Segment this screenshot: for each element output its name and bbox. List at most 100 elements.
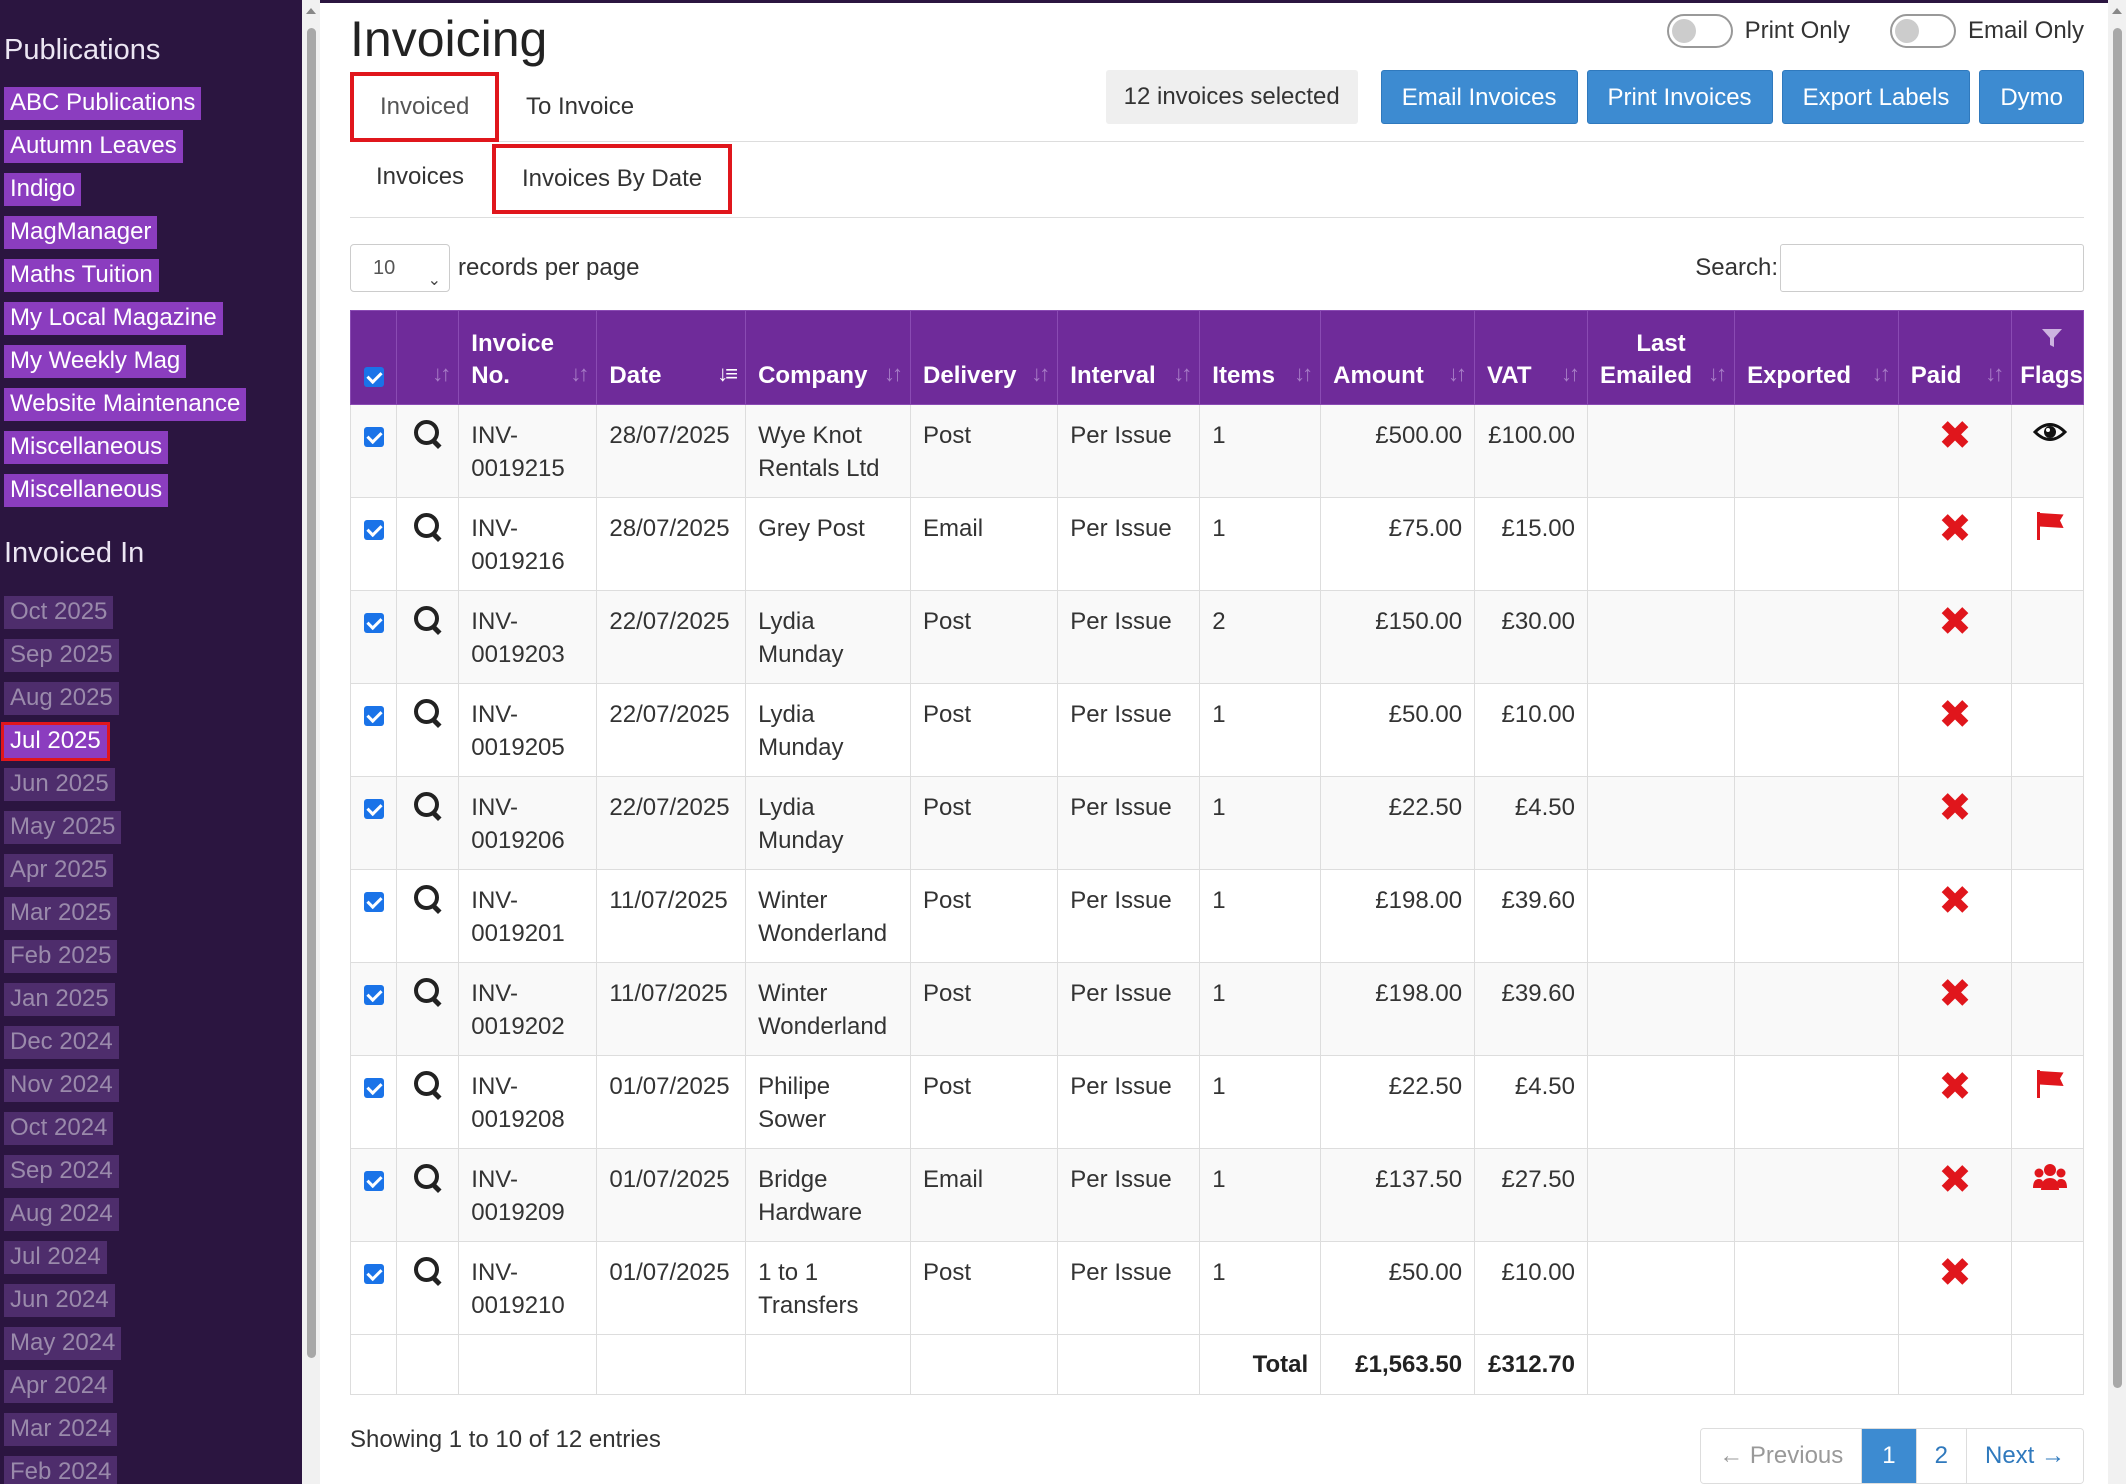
row-checkbox-cell[interactable]: [350, 962, 397, 1056]
search-icon[interactable]: [413, 698, 443, 728]
scroll-up-arrow-icon[interactable]: [306, 8, 316, 14]
row-checkbox-cell[interactable]: [350, 1241, 397, 1335]
col-interval[interactable]: Interval ↓↑: [1057, 310, 1201, 405]
row-checkbox-cell[interactable]: [350, 590, 397, 684]
col-exported[interactable]: Exported ↓↑: [1734, 310, 1899, 405]
sidebar-item-month[interactable]: Apr 2024: [4, 1370, 114, 1403]
view-cell[interactable]: [395, 404, 460, 498]
search-icon[interactable]: [413, 1070, 443, 1100]
sidebar-item-publication[interactable]: ABC Publications: [4, 87, 202, 120]
sidebar-item-month[interactable]: Oct 2025: [4, 596, 114, 629]
flag-icon[interactable]: [2035, 1070, 2065, 1098]
email-invoices-button[interactable]: Email Invoices: [1380, 70, 1578, 124]
sidebar-item-publication[interactable]: Website Maintenance: [4, 388, 247, 421]
table-row[interactable]: INV- 0019208 01/07/2025 Philipe Sower Post Per…: [350, 1055, 2084, 1149]
sidebar-item-publication[interactable]: MagManager: [4, 216, 158, 249]
email-only-toggle[interactable]: Email Only: [1889, 14, 2084, 48]
table-row[interactable]: INV- 0019201 11/07/2025 Winter Wonderland Pos…: [350, 869, 2084, 963]
sidebar-item-month[interactable]: May 2025: [4, 811, 122, 844]
paid-cell[interactable]: ✖: [1897, 962, 2013, 1056]
col-paid[interactable]: Paid ↓↑: [1897, 310, 2013, 405]
sidebar-scrollbar[interactable]: [302, 0, 320, 1484]
sidebar-item-month[interactable]: Oct 2024: [4, 1112, 114, 1145]
page-scrollbar[interactable]: [2108, 0, 2126, 1484]
tab-to-invoice[interactable]: To Invoice: [500, 76, 660, 138]
view-cell[interactable]: [395, 1148, 460, 1242]
col-company[interactable]: Company ↓↑: [745, 310, 912, 405]
select-all-header[interactable]: [350, 310, 397, 405]
view-cell[interactable]: [395, 869, 460, 963]
print-invoices-button[interactable]: Print Invoices: [1586, 70, 1773, 124]
row-checkbox[interactable]: [363, 519, 384, 540]
paid-cell[interactable]: ✖: [1897, 497, 2013, 591]
records-per-page-select[interactable]: 10 ⌄: [350, 244, 450, 292]
table-row[interactable]: INV- 0019203 22/07/2025 Lydia Munday Post Per …: [350, 590, 2084, 684]
paid-cell[interactable]: ✖: [1897, 1055, 2013, 1149]
row-checkbox[interactable]: [363, 1263, 384, 1284]
paid-cell[interactable]: ✖: [1897, 869, 2013, 963]
unpaid-x-icon[interactable]: ✖: [1911, 602, 1999, 642]
col-amount[interactable]: Amount ↓↑: [1320, 310, 1476, 405]
paid-cell[interactable]: ✖: [1897, 1241, 2013, 1335]
view-cell[interactable]: [395, 497, 460, 591]
row-checkbox[interactable]: [363, 426, 384, 447]
tab-invoiced[interactable]: Invoiced: [350, 72, 500, 142]
subtab-invoices[interactable]: Invoices: [350, 146, 490, 208]
table-row[interactable]: INV- 0019202 11/07/2025 Winter Wonderland Pos…: [350, 962, 2084, 1056]
paid-cell[interactable]: ✖: [1897, 590, 2013, 684]
dymo-button[interactable]: Dymo: [1979, 70, 2084, 124]
unpaid-x-icon[interactable]: ✖: [1911, 788, 1999, 828]
flag-icon[interactable]: [2035, 512, 2065, 540]
row-checkbox[interactable]: [363, 1077, 384, 1098]
unpaid-x-icon[interactable]: ✖: [1911, 881, 1999, 921]
users-icon[interactable]: [2032, 1164, 2067, 1197]
view-cell[interactable]: [395, 1241, 460, 1335]
toggle-switch[interactable]: [1889, 14, 1956, 48]
unpaid-x-icon[interactable]: ✖: [1911, 974, 1999, 1014]
page-scroll-thumb[interactable]: [2113, 28, 2122, 1388]
page-1-button[interactable]: 1: [1862, 1429, 1917, 1483]
print-only-toggle[interactable]: Print Only: [1666, 14, 1850, 48]
sidebar-item-publication[interactable]: My Weekly Mag: [4, 345, 187, 378]
search-icon[interactable]: [413, 419, 443, 449]
page-2-button[interactable]: 2: [1916, 1429, 1967, 1483]
sidebar-item-month[interactable]: Sep 2025: [4, 639, 119, 672]
next-page-button[interactable]: Next →: [1966, 1429, 2083, 1483]
row-checkbox-cell[interactable]: [350, 497, 397, 591]
filter-icon[interactable]: [2020, 326, 2083, 358]
table-row[interactable]: INV- 0019206 22/07/2025 Lydia Munday Post Per …: [350, 776, 2084, 870]
view-cell[interactable]: [395, 590, 460, 684]
search-icon[interactable]: [413, 1256, 443, 1286]
sidebar-item-month[interactable]: Sep 2024: [4, 1155, 119, 1188]
table-row[interactable]: INV- 0019205 22/07/2025 Lydia Munday Post Per …: [350, 683, 2084, 777]
sidebar-item-publication[interactable]: My Local Magazine: [4, 302, 223, 335]
unpaid-x-icon[interactable]: ✖: [1911, 416, 1999, 456]
sidebar-item-month[interactable]: Jun 2024: [4, 1284, 115, 1317]
row-checkbox-cell[interactable]: [350, 404, 397, 498]
export-labels-button[interactable]: Export Labels: [1781, 70, 1971, 124]
row-checkbox-cell[interactable]: [350, 1055, 397, 1149]
row-checkbox-cell[interactable]: [350, 776, 397, 870]
sidebar-item-month[interactable]: Jul 2024: [4, 1241, 107, 1274]
sidebar-item-publication[interactable]: Maths Tuition: [4, 259, 159, 292]
sidebar-item-month[interactable]: Apr 2025: [4, 854, 114, 887]
unpaid-x-icon[interactable]: ✖: [1911, 695, 1999, 735]
select-all-checkbox[interactable]: [363, 366, 384, 387]
row-checkbox-cell[interactable]: [350, 1148, 397, 1242]
sidebar-item-month[interactable]: Nov 2024: [4, 1069, 119, 1102]
row-checkbox[interactable]: [363, 705, 384, 726]
sidebar-item-month[interactable]: Dec 2024: [4, 1026, 119, 1059]
paid-cell[interactable]: ✖: [1897, 1148, 2013, 1242]
col-vat[interactable]: VAT ↓↑: [1474, 310, 1588, 405]
view-cell[interactable]: [395, 683, 460, 777]
search-icon[interactable]: [413, 977, 443, 1007]
sidebar-item-month[interactable]: Feb 2025: [4, 940, 118, 973]
unpaid-x-icon[interactable]: ✖: [1911, 1253, 1999, 1293]
search-icon[interactable]: [413, 512, 443, 542]
sidebar-item-month[interactable]: Mar 2025: [4, 897, 118, 930]
row-checkbox-cell[interactable]: [350, 683, 397, 777]
sidebar-item-month[interactable]: Jan 2025: [4, 983, 115, 1016]
sidebar-item-month[interactable]: May 2024: [4, 1327, 122, 1360]
row-checkbox-cell[interactable]: [350, 869, 397, 963]
sidebar-item-publication[interactable]: Autumn Leaves: [4, 130, 183, 163]
